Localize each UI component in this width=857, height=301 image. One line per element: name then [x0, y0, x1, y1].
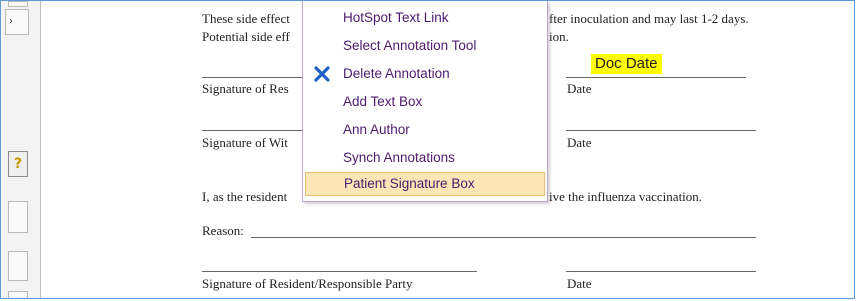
- help-icon: ?: [13, 156, 23, 172]
- consent-text: ive the influenza vaccination.: [549, 189, 703, 204]
- menu-item-label: Add Text Box: [343, 94, 423, 109]
- date-line: [566, 130, 756, 131]
- date-line: [566, 77, 746, 78]
- paragraph-text: ion.: [549, 29, 569, 44]
- menu-item-label: HotSpot Text Link: [343, 10, 449, 25]
- menu-item-label: Ann Author: [343, 122, 410, 137]
- signature-label: Signature of Wit: [202, 135, 288, 150]
- signature-label: Signature of Res: [202, 81, 289, 96]
- menu-item-label: Delete Annotation: [343, 66, 450, 81]
- paragraph-text: These side effect: [202, 11, 290, 26]
- menu-item-label: Patient Signature Box: [344, 176, 475, 191]
- paragraph-text: fter inoculation and may last 1-2 days.: [549, 11, 749, 26]
- menu-item-label: Select Annotation Tool: [343, 38, 477, 53]
- menu-item-synch-annotations[interactable]: Synch Annotations: [305, 146, 545, 170]
- menu-item-ann-author[interactable]: Ann Author: [305, 118, 545, 142]
- toolbar-field[interactable]: [8, 201, 28, 233]
- menu-item-select-annotation-tool[interactable]: Select Annotation Tool: [305, 34, 545, 58]
- date-line: [566, 271, 756, 272]
- signature-line: [202, 77, 302, 78]
- delete-x-icon: [314, 66, 330, 82]
- toolbar-field[interactable]: [8, 291, 28, 298]
- menu-item-patient-signature-box[interactable]: Patient Signature Box: [305, 172, 545, 196]
- chevron-right-icon: ›: [9, 16, 13, 27]
- date-label: Date: [567, 276, 592, 291]
- expand-nav-button[interactable]: ›: [5, 9, 29, 35]
- left-toolbar: › ?: [2, 1, 41, 298]
- signature-line: [202, 271, 477, 272]
- toolbar-field[interactable]: [8, 251, 28, 281]
- reason-label: Reason:: [202, 223, 244, 238]
- annotation-context-menu: HotSpot Text Link Select Annotation Tool…: [302, 1, 548, 202]
- date-label: Date: [567, 81, 592, 96]
- reason-line: [251, 237, 756, 238]
- document-viewer: › ? These side effect fter inoculation a…: [0, 0, 855, 299]
- menu-item-delete-annotation[interactable]: Delete Annotation: [305, 62, 545, 86]
- date-label: Date: [567, 135, 592, 150]
- menu-item-hotspot-text-link[interactable]: HotSpot Text Link: [305, 6, 545, 30]
- signature-line: [202, 130, 302, 131]
- toolbar-panel: [8, 1, 28, 7]
- consent-text: I, as the resident: [202, 189, 288, 204]
- signature-label: Signature of Resident/Responsible Party: [202, 276, 413, 291]
- menu-item-add-text-box[interactable]: Add Text Box: [305, 90, 545, 114]
- doc-date-annotation[interactable]: Doc Date: [591, 54, 662, 74]
- help-button[interactable]: ?: [8, 151, 28, 177]
- paragraph-text: Potential side eff: [202, 29, 290, 44]
- menu-item-label: Synch Annotations: [343, 150, 455, 165]
